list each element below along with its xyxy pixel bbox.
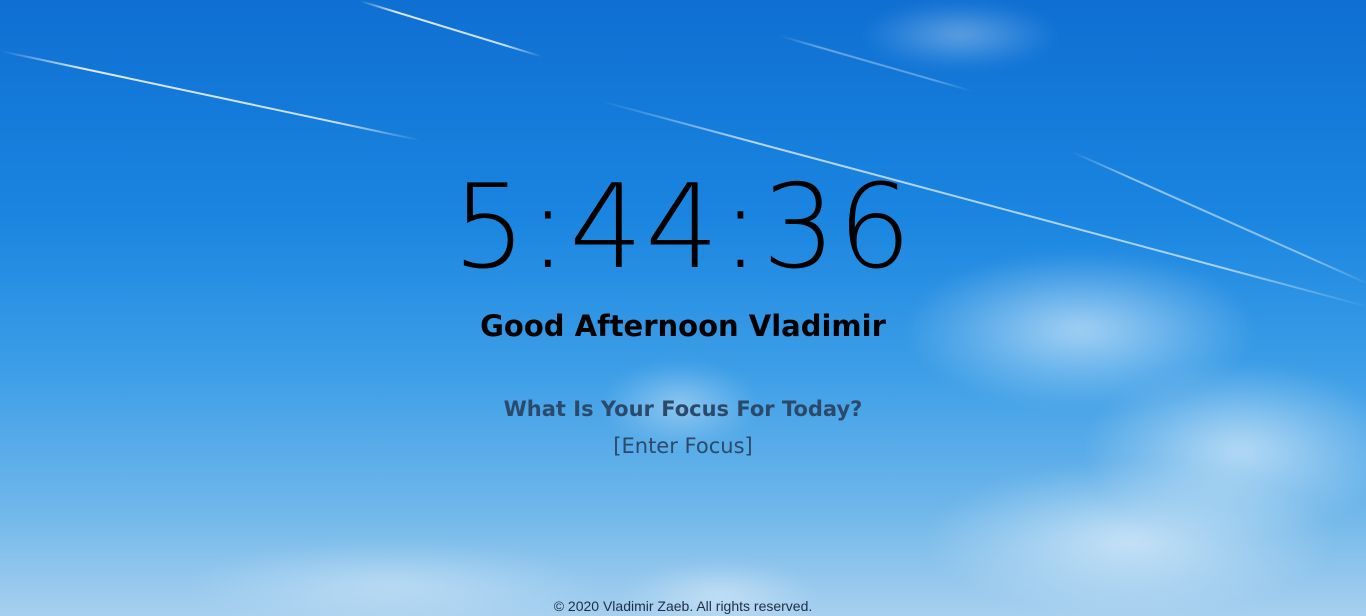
contrail <box>0 50 421 142</box>
clock-time: 5:44:36 <box>452 160 914 295</box>
focus-input-row: [Enter Focus] <box>0 431 1366 461</box>
greeting-text: Good Afternoon Vladimir <box>480 309 886 343</box>
cloud <box>920 460 1340 616</box>
focus-input[interactable]: [Enter Focus] <box>613 434 752 458</box>
focus-question: What Is Your Focus For Today? <box>503 397 863 421</box>
contrail <box>359 0 542 58</box>
footer-copyright: © 2020 Vladimir Zaeb. All rights reserve… <box>553 598 813 614</box>
cloud <box>860 0 1060 70</box>
contrail <box>779 35 973 93</box>
